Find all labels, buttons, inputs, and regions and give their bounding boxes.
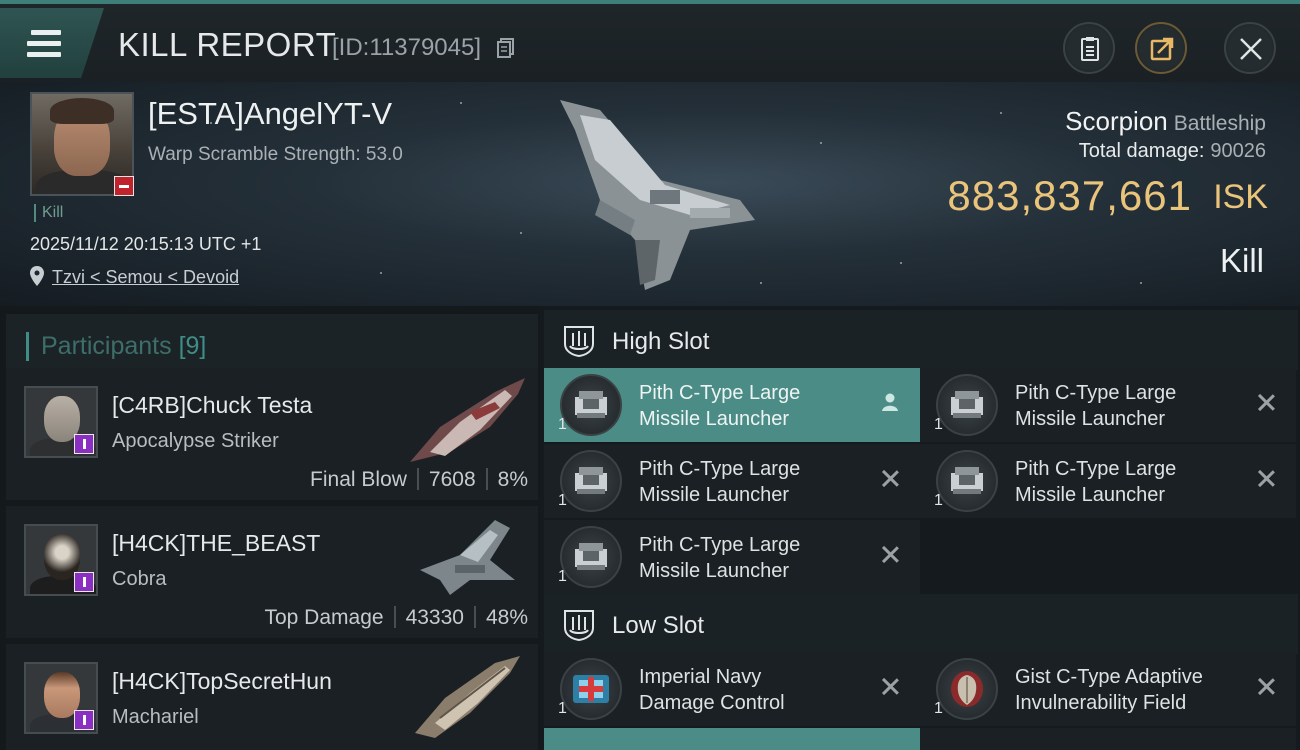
- participants-panel: Participants [9] [C4RB]Chuck Testa Apoca…: [0, 306, 540, 750]
- participant-damage-percent: 48%: [485, 606, 528, 629]
- module-name: Gist C-Type Adaptive Invulnerability Fiel…: [1015, 666, 1203, 714]
- participant-ship-image: [415, 656, 520, 738]
- high-slot-icon: [564, 326, 594, 358]
- module-item[interactable]: 1 Pith C-Type Large Missile Launcher: [544, 368, 920, 442]
- victim-ship[interactable]: Scorpion Battleship: [1065, 106, 1266, 137]
- module-quantity: 1: [934, 492, 943, 509]
- menu-button[interactable]: [0, 8, 104, 78]
- participant-ship-image: [410, 378, 525, 462]
- kill-result: Kill: [1219, 242, 1264, 279]
- module-quantity: 1: [558, 700, 567, 717]
- destroyed-x-icon: [880, 468, 900, 488]
- hamburger-icon: [27, 30, 61, 58]
- module-item[interactable]: 1 Pith C-Type Large Missile Launcher: [544, 444, 920, 518]
- module-name: Imperial Navy Damage Control: [639, 666, 785, 714]
- module-quantity: 1: [558, 416, 567, 433]
- kill-location-link[interactable]: Tzvi < Semou < Devoid: [52, 267, 239, 288]
- standing-badge: [74, 572, 94, 592]
- total-damage-value: 90026: [1210, 140, 1266, 162]
- participant-name[interactable]: [C4RB]Chuck Testa: [112, 392, 312, 419]
- kill-datetime: 2025/11/12 20:15:13 UTC +1: [30, 234, 262, 254]
- victim-summary: [ESTA]AngelYT-V Warp Scramble Strength: …: [0, 82, 1300, 306]
- user-icon: [882, 393, 898, 411]
- module-item[interactable]: 1 Pith C-Type Large Missile Launcher: [920, 444, 1296, 518]
- damage-control-icon: [560, 658, 622, 720]
- standing-badge: [74, 710, 94, 730]
- module-item[interactable]: [544, 728, 920, 750]
- kill-tag: Kill: [34, 204, 63, 222]
- destroyed-x-icon: [880, 544, 900, 564]
- top-damage-tag: Top Damage: [264, 606, 384, 629]
- missile-launcher-icon: [936, 450, 998, 512]
- destroyed-x-icon: [1256, 676, 1276, 696]
- destroyed-x-icon: [880, 676, 900, 696]
- fitting-panel: High Slot 1 Pith C-Type Large Missile Lau…: [540, 306, 1300, 750]
- page-title: KILL REPORT: [118, 26, 337, 63]
- module-item[interactable]: 1 Pith C-Type Large Missile Launcher: [544, 520, 920, 594]
- final-blow-tag: Final Blow: [310, 468, 407, 491]
- module-name: Pith C-Type Large Missile Launcher: [1015, 458, 1177, 506]
- module-item[interactable]: 1 Gist C-Type Adaptive Invulnerability Fi…: [920, 652, 1296, 726]
- isk-unit: ISK: [1213, 178, 1268, 216]
- share-button[interactable]: [1135, 22, 1187, 74]
- invulnerability-field-icon: [936, 658, 998, 720]
- module-name: Pith C-Type Large Missile Launcher: [1015, 382, 1177, 430]
- missile-launcher-icon: [560, 526, 622, 588]
- destroyed-x-icon: [1256, 468, 1276, 488]
- participants-count: [9]: [178, 332, 207, 360]
- participant-stats: Top Damage 43330 48%: [264, 606, 528, 630]
- participant-row[interactable]: [C4RB]Chuck Testa Apocalypse Striker Fin…: [6, 368, 538, 502]
- participant-ship: Cobra: [112, 568, 167, 590]
- victim-name[interactable]: [ESTA]AngelYT-V: [148, 96, 392, 132]
- participant-ship: Machariel: [112, 706, 199, 728]
- missile-launcher-icon: [560, 450, 622, 512]
- participant-stats: Final Blow 7608 8%: [310, 468, 528, 492]
- participants-header[interactable]: Participants [9]: [6, 314, 538, 372]
- copy-icon[interactable]: [497, 38, 515, 58]
- low-slot-header: Low Slot: [544, 594, 1298, 654]
- warp-scramble-strength: Warp Scramble Strength: 53.0: [148, 144, 403, 165]
- participants-title: Participants [9]: [26, 332, 206, 361]
- module-item[interactable]: 1 Imperial Navy Damage Control: [544, 652, 920, 726]
- top-bar: KILL REPORT [ID:11379045]: [0, 0, 1300, 82]
- total-damage: Total damage: 90026: [1078, 140, 1266, 162]
- clipboard-button[interactable]: [1063, 22, 1115, 74]
- high-slot-title: High Slot: [612, 328, 710, 355]
- report-id: [ID:11379045]: [332, 34, 482, 61]
- destroyed-x-icon: [1256, 392, 1276, 412]
- low-slot-title: Low Slot: [612, 612, 705, 639]
- module-name: Pith C-Type Large Missile Launcher: [639, 382, 801, 430]
- module-quantity: 1: [934, 700, 943, 717]
- share-icon: [1150, 37, 1174, 61]
- participant-damage: 43330: [405, 606, 464, 629]
- victim-ship-image: [560, 100, 755, 290]
- participant-name[interactable]: [H4CK]TopSecretHun: [112, 668, 332, 695]
- close-icon: [1240, 38, 1262, 60]
- module-quantity: 1: [558, 568, 567, 585]
- participant-ship-image: [420, 520, 515, 595]
- high-slot-header: High Slot: [544, 310, 1298, 370]
- ship-class: Battleship: [1173, 112, 1266, 135]
- participant-row[interactable]: [H4CK]TopSecretHun Machariel: [6, 644, 538, 750]
- participant-damage: 7608: [428, 468, 476, 491]
- location-pin-icon: [30, 266, 44, 286]
- clipboard-icon: [1081, 37, 1099, 61]
- victim-standing-badge: [114, 176, 134, 196]
- close-button[interactable]: [1224, 22, 1276, 74]
- module-name: Pith C-Type Large Missile Launcher: [639, 534, 801, 582]
- participant-name[interactable]: [H4CK]THE_BEAST: [112, 530, 320, 557]
- module-item[interactable]: 1 Pith C-Type Large Missile Launcher: [920, 368, 1296, 442]
- missile-launcher-icon: [560, 374, 622, 436]
- missile-launcher-icon: [936, 374, 998, 436]
- module-quantity: 1: [558, 492, 567, 509]
- low-slot-icon: [564, 610, 594, 642]
- participant-row[interactable]: [H4CK]THE_BEAST Cobra Top Damage 43330 48%: [6, 506, 538, 640]
- isk-value: 883,837,661: [947, 172, 1192, 219]
- module-name: Pith C-Type Large Missile Launcher: [639, 458, 801, 506]
- participant-ship: Apocalypse Striker: [112, 430, 279, 452]
- module-item[interactable]: [920, 728, 1296, 750]
- standing-badge: [74, 434, 94, 454]
- module-quantity: 1: [934, 416, 943, 433]
- participant-damage-percent: 8%: [497, 468, 528, 491]
